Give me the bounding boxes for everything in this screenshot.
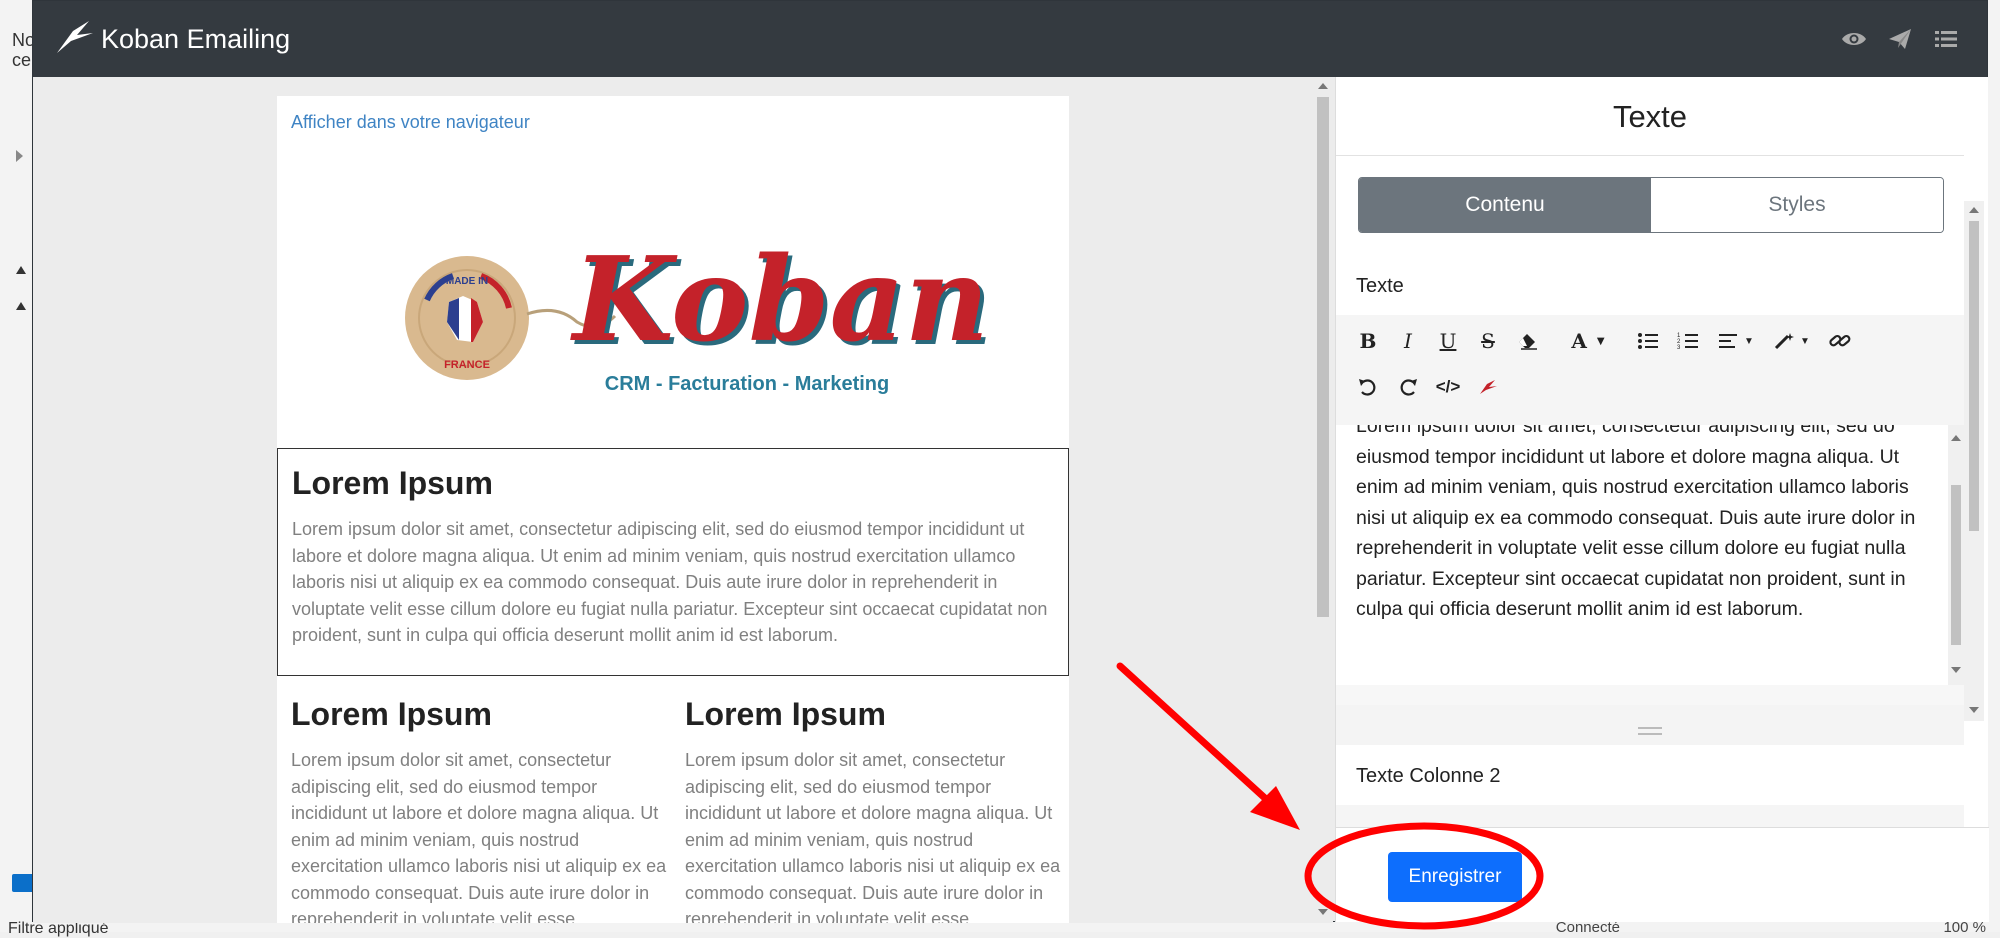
- strikethrough-icon[interactable]: S: [1468, 323, 1508, 359]
- scroll-up-icon[interactable]: [1318, 83, 1328, 89]
- title-bar: Koban Emailing: [33, 1, 1987, 77]
- menu-icon[interactable]: [1933, 27, 1959, 51]
- editor-resize-handle[interactable]: [1336, 705, 1964, 745]
- badge-bottom-text: FRANCE: [444, 359, 490, 371]
- bold-icon[interactable]: B: [1348, 323, 1388, 359]
- panel-scroll-thumb[interactable]: [1969, 221, 1979, 531]
- column-2-title: Lorem Ipsum: [685, 696, 886, 732]
- bullet-list-icon[interactable]: [1628, 323, 1668, 359]
- eraser-icon[interactable]: [1508, 323, 1548, 359]
- editor-scroll-thumb[interactable]: [1951, 485, 1961, 645]
- column-1-title: Lorem Ipsum: [291, 696, 492, 732]
- brand-name: Koban: [570, 232, 989, 368]
- brand-tagline: CRM - Facturation - Marketing: [605, 373, 889, 395]
- panel-footer: Enregistrer: [1336, 827, 1989, 922]
- preview-scroll-thumb[interactable]: [1317, 97, 1329, 617]
- badge-top-text: MADE IN: [446, 276, 488, 287]
- text-block-selected[interactable]: Lorem Ipsum Lorem ipsum dolor sit amet, …: [277, 448, 1069, 676]
- magic-wand-icon[interactable]: ▼: [1764, 323, 1820, 359]
- column-1-body: Lorem ipsum dolor sit amet, consectetur …: [291, 750, 667, 923]
- koban-logo-icon: [57, 21, 93, 53]
- collapse-arrow-icon[interactable]: [16, 266, 26, 274]
- panel-tabs: Contenu Styles: [1358, 177, 1944, 233]
- underline-icon[interactable]: U: [1428, 323, 1468, 359]
- email-canvas: Afficher dans votre navigateur MADE IN F…: [277, 96, 1069, 923]
- properties-panel: Texte Contenu Styles Texte B I U S A ▼ 1…: [1335, 77, 1989, 922]
- panel-divider: [1336, 155, 1964, 156]
- eye-icon[interactable]: [1841, 27, 1867, 51]
- align-icon[interactable]: ▼: [1708, 323, 1764, 359]
- save-button[interactable]: Enregistrer: [1388, 852, 1522, 902]
- panel-scroll-down-icon[interactable]: [1969, 707, 1979, 713]
- column-block-2[interactable]: Lorem Ipsum Lorem ipsum dolor sit amet, …: [685, 696, 1065, 923]
- field-label-texte-colonne-2: Texte Colonne 2: [1336, 745, 1964, 805]
- svg-text:3: 3: [1677, 345, 1681, 350]
- expand-arrow-icon[interactable]: [16, 150, 23, 162]
- column-block-1[interactable]: Lorem Ipsum Lorem ipsum dolor sit amet, …: [291, 696, 671, 923]
- block-body: Lorem ipsum dolor sit amet, consectetur …: [292, 519, 1048, 645]
- column-2-body: Lorem ipsum dolor sit amet, consectetur …: [685, 750, 1061, 923]
- email-preview: Afficher dans votre navigateur MADE IN F…: [33, 77, 1333, 923]
- view-in-browser-link[interactable]: Afficher dans votre navigateur: [291, 112, 530, 133]
- tab-contenu[interactable]: Contenu: [1359, 178, 1651, 232]
- editor-scrollbar[interactable]: [1948, 425, 1964, 685]
- italic-icon[interactable]: I: [1388, 323, 1428, 359]
- app-title: Koban Emailing: [101, 24, 291, 54]
- emailing-modal: Koban Emailing Afficher dans votre navig…: [32, 0, 1989, 923]
- numbered-list-icon[interactable]: 123: [1668, 323, 1708, 359]
- background-edge-text-2: ce: [12, 50, 32, 70]
- editor-scroll-area: Texte B I U S A ▼ 12 3 ▼ ▼ </> Lorem ips…: [1336, 255, 1964, 827]
- preview-scrollbar[interactable]: [1313, 77, 1333, 923]
- block-title: Lorem Ipsum: [292, 465, 493, 501]
- redo-icon[interactable]: [1388, 369, 1428, 405]
- grip-icon: [1638, 727, 1662, 735]
- panel-scroll-up-icon[interactable]: [1969, 207, 1979, 213]
- code-icon[interactable]: </>: [1428, 369, 1468, 405]
- editor-scroll-down-icon[interactable]: [1951, 667, 1961, 673]
- editor-scroll-up-icon[interactable]: [1951, 435, 1961, 441]
- field-label-texte: Texte: [1336, 255, 1964, 315]
- editor-content: Lorem ipsum dolor sit amet, consectetur …: [1356, 425, 1916, 620]
- rich-text-toolbar: B I U S A ▼ 123 ▼ ▼ </>: [1336, 315, 1964, 425]
- mail-icon[interactable]: [12, 874, 34, 892]
- scroll-down-icon[interactable]: [1318, 909, 1328, 915]
- undo-icon[interactable]: [1348, 369, 1388, 405]
- font-color-icon[interactable]: A ▼: [1560, 323, 1616, 359]
- collapse-arrow-icon[interactable]: [16, 302, 26, 310]
- koban-icon[interactable]: [1468, 369, 1508, 405]
- tab-styles[interactable]: Styles: [1651, 178, 1943, 232]
- rich-text-editor[interactable]: Lorem ipsum dolor sit amet, consectetur …: [1336, 425, 1948, 685]
- panel-title: Texte: [1612, 99, 1688, 134]
- panel-scrollbar[interactable]: [1964, 201, 1984, 721]
- send-icon[interactable]: [1887, 27, 1913, 51]
- link-icon[interactable]: [1820, 323, 1860, 359]
- rich-text-toolbar-2: [1336, 805, 1964, 827]
- koban-made-in-france-logo: MADE IN FRANCE Koban Koban CRM - Factura…: [405, 232, 993, 395]
